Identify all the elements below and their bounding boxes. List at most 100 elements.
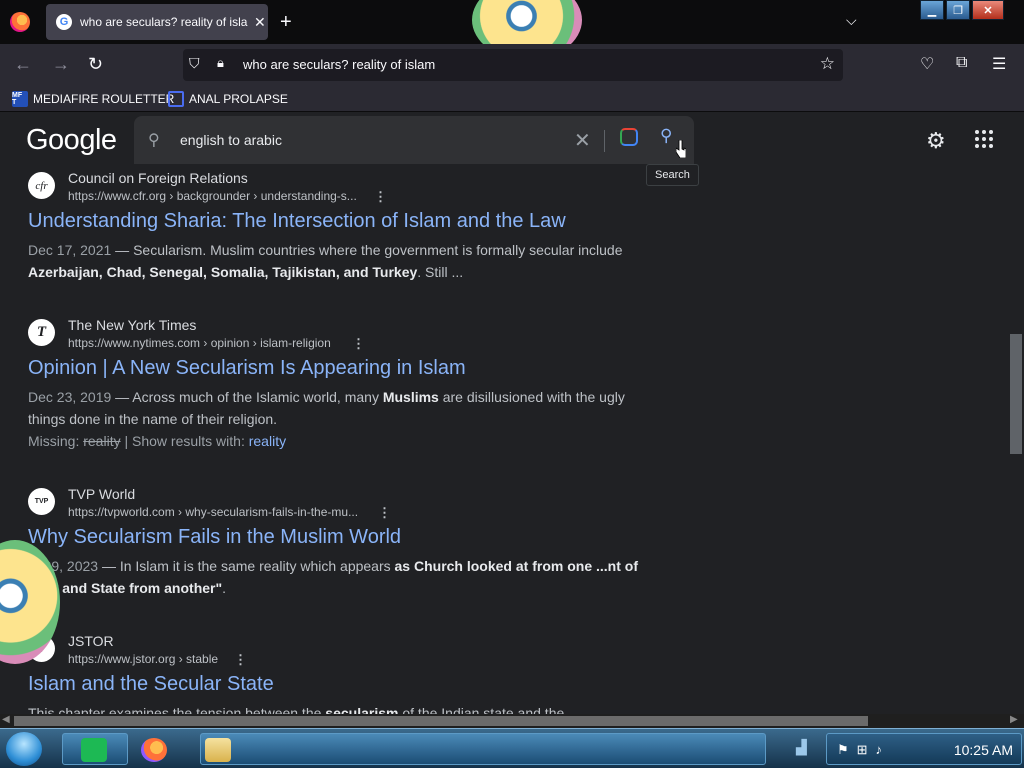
- nytimes-favicon-icon: T: [28, 319, 55, 346]
- snippet-text: This chapter examines the tension betwee…: [28, 705, 326, 714]
- maximize-button[interactable]: ❐: [946, 0, 970, 20]
- settings-gear-icon[interactable]: ⚙: [926, 128, 946, 154]
- close-tab-icon[interactable]: ✕: [254, 14, 266, 31]
- result-date: Dec 17, 2021: [28, 242, 112, 258]
- google-results-page: Google ⚲ english to arabic ✕ ⚲ ⚙ Search …: [0, 112, 1024, 714]
- divider: [604, 130, 605, 152]
- reload-icon[interactable]: ↻: [88, 54, 103, 74]
- result-date: Dec 23, 2019: [28, 389, 112, 405]
- site-name: JSTOR: [68, 633, 114, 649]
- site-name: TVP World: [68, 486, 136, 502]
- google-favicon-icon: G: [56, 14, 72, 30]
- clear-search-icon[interactable]: ✕: [574, 128, 591, 153]
- tracking-protection-shield-icon[interactable]: ⛉: [189, 55, 200, 72]
- search-button-icon[interactable]: ⚲: [660, 126, 672, 146]
- taskbar: ▟ ⚑⊞♪ 10:25 AM: [0, 728, 1024, 768]
- vertical-scroll-thumb[interactable]: [1010, 334, 1022, 454]
- start-button[interactable]: [6, 732, 42, 766]
- firefox-icon[interactable]: [10, 12, 30, 32]
- show-results-with-link[interactable]: reality: [249, 433, 286, 449]
- url-text[interactable]: who are seculars? reality of islam: [243, 57, 435, 72]
- bookmarks-toolbar: MF T MEDIAFIRE ROULETTER ANAL PROLAPSE: [0, 86, 1024, 112]
- snippet-bold-text: Muslims: [382, 389, 439, 405]
- google-lens-icon[interactable]: [620, 128, 638, 146]
- show-desktop-icon[interactable]: ▟: [796, 739, 807, 756]
- snippet-text: — Across much of the Islamic world, many: [111, 389, 383, 405]
- result-title-link[interactable]: Opinion | A New Secularism Is Appearing …: [28, 357, 648, 380]
- more-options-icon[interactable]: ⋮: [234, 652, 247, 668]
- tvp-world-favicon-icon: TVP: [28, 488, 55, 515]
- site-url: https://www.cfr.org › backgrounder › und…: [68, 189, 357, 203]
- horizontal-scrollbar[interactable]: ◀ ▶: [0, 714, 1024, 728]
- missing-label: Missing:: [28, 433, 84, 449]
- tray-icons[interactable]: ⚑⊞♪: [837, 742, 890, 758]
- mediafire-bookmark-icon: MF T: [12, 91, 28, 107]
- new-tab-plus-icon[interactable]: +: [280, 12, 292, 32]
- mouse-pointer-icon: [676, 140, 686, 158]
- bookmark-label: MEDIAFIRE ROULETTER: [33, 92, 175, 106]
- bookmark-mediafire-rouletter[interactable]: MF T MEDIAFIRE ROULETTER: [12, 91, 174, 107]
- url-bar[interactable]: ⛉ 🔒︎ who are seculars? reality of islam …: [183, 49, 843, 81]
- scroll-right-arrow-icon[interactable]: ▶: [1010, 714, 1018, 725]
- result-snippet: This chapter examines the tension betwee…: [28, 702, 648, 714]
- missing-term: reality: [83, 433, 121, 449]
- result-source[interactable]: cfr Council on Foreign Relations https:/…: [28, 170, 648, 208]
- site-url: https://tvpworld.com › why-secularism-fa…: [68, 505, 359, 519]
- result-title-link[interactable]: Understanding Sharia: The Intersection o…: [28, 210, 648, 233]
- result-source[interactable]: TVP TVP World https://tvpworld.com › why…: [28, 486, 648, 524]
- result-snippet: Dec 17, 2021 — Secularism. Muslim countr…: [28, 239, 648, 283]
- back-arrow-icon[interactable]: ←: [14, 54, 32, 74]
- search-result: J JSTOR https://www.jstor.org › stable ⋮…: [28, 633, 648, 714]
- taskbar-notes-app[interactable]: [62, 733, 128, 765]
- missing-terms: Missing: reality | Show results with: re…: [28, 430, 648, 452]
- missing-separator: | Show results with:: [120, 433, 249, 449]
- navigation-toolbar: ← → ↻ ⛉ 🔒︎ who are seculars? reality of …: [0, 44, 1024, 86]
- more-options-icon[interactable]: ⋮: [378, 505, 391, 521]
- more-options-icon[interactable]: ⋮: [352, 336, 365, 352]
- result-source[interactable]: J JSTOR https://www.jstor.org › stable ⋮: [28, 633, 648, 671]
- search-result: T The New York Times https://www.nytimes…: [28, 317, 648, 452]
- snippet-text: — Secularism. Muslim countries where the…: [111, 242, 623, 258]
- hamburger-menu-icon[interactable]: ☰: [992, 54, 1006, 74]
- result-source[interactable]: T The New York Times https://www.nytimes…: [28, 317, 648, 355]
- bookmark-anal-prolapse[interactable]: ANAL PROLAPSE: [168, 91, 288, 107]
- bookmark-star-icon[interactable]: ☆: [820, 54, 835, 74]
- vertical-scrollbar[interactable]: [1008, 172, 1024, 714]
- search-box[interactable]: ⚲ english to arabic ✕ ⚲: [134, 116, 694, 164]
- google-apps-grid-icon[interactable]: [975, 130, 993, 148]
- site-name: The New York Times: [68, 317, 197, 333]
- google-header: Google ⚲ english to arabic ✕ ⚲ ⚙: [0, 112, 1008, 172]
- taskbar-explorer-window[interactable]: [200, 733, 766, 765]
- search-input[interactable]: english to arabic: [180, 132, 282, 148]
- close-window-button[interactable]: ✕: [972, 0, 1004, 20]
- active-tab[interactable]: G who are seculars? reality of islam ✕: [46, 4, 268, 40]
- tab-title: who are seculars? reality of islam: [80, 15, 248, 29]
- pocket-icon[interactable]: ♡: [920, 54, 934, 74]
- window-controls: ▁ ❐ ✕: [920, 0, 1004, 20]
- extensions-puzzle-icon[interactable]: ⧉: [956, 54, 967, 72]
- snippet-text: .: [222, 580, 227, 596]
- site-url: https://www.nytimes.com › opinion › isla…: [68, 336, 331, 350]
- clock[interactable]: 10:25 AM: [954, 742, 1013, 758]
- minimize-button[interactable]: ▁: [920, 0, 944, 20]
- list-all-tabs-chevron-icon[interactable]: ⌵: [846, 12, 857, 29]
- bookmark-label: ANAL PROLAPSE: [189, 92, 288, 106]
- tab-bar: G who are seculars? reality of islam ✕ +…: [0, 0, 1024, 60]
- bookmark-icon: [168, 91, 184, 107]
- result-title-link[interactable]: Why Secularism Fails in the Muslim World: [28, 526, 648, 549]
- cfr-favicon-icon: cfr: [28, 172, 55, 199]
- forward-arrow-icon[interactable]: →: [52, 54, 70, 74]
- result-title-link[interactable]: Islam and the Secular State: [28, 673, 648, 696]
- search-tooltip: Search: [646, 164, 699, 186]
- taskbar-firefox[interactable]: [132, 733, 182, 765]
- search-result: cfr Council on Foreign Relations https:/…: [28, 170, 648, 283]
- result-snippet: Dec 23, 2019 — Across much of the Islami…: [28, 386, 648, 430]
- scroll-left-arrow-icon[interactable]: ◀: [2, 714, 10, 725]
- snippet-text: — In Islam it is the same reality which …: [98, 558, 395, 574]
- google-logo[interactable]: Google: [26, 124, 117, 157]
- horizontal-scroll-thumb[interactable]: [14, 716, 868, 726]
- firefox-taskbar-icon: [141, 738, 167, 762]
- lock-icon[interactable]: 🔒︎: [217, 55, 224, 71]
- search-magnifier-icon: ⚲: [148, 132, 160, 149]
- more-options-icon[interactable]: ⋮: [374, 189, 387, 205]
